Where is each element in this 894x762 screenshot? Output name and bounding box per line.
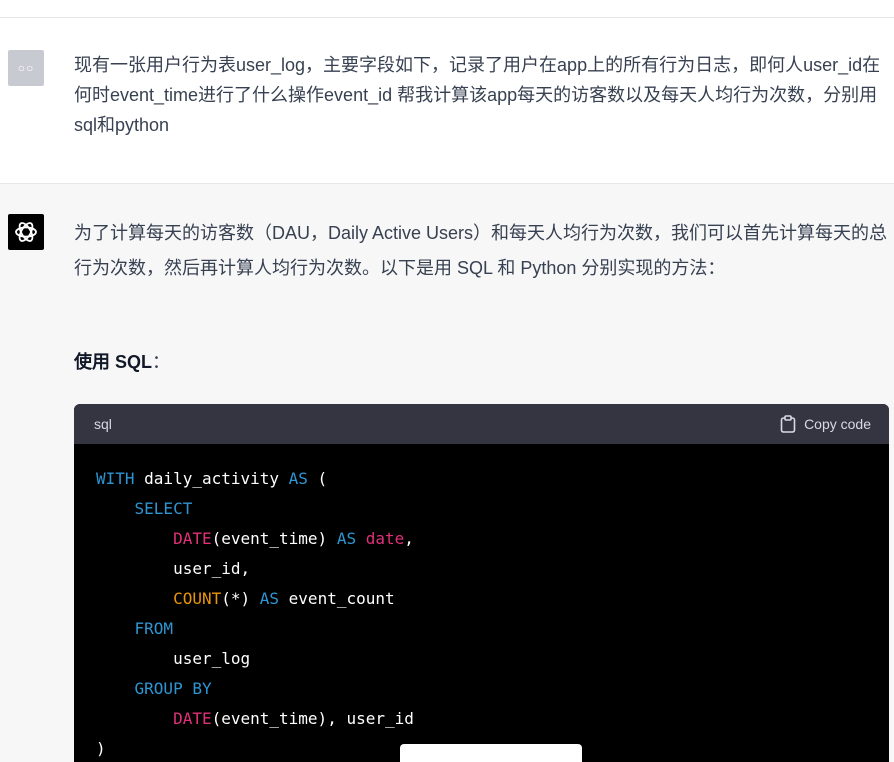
code-token-bi: COUNT: [173, 589, 222, 608]
code-token: ,: [404, 529, 414, 548]
code-token-kw: AS: [288, 469, 308, 488]
code-token: (*): [221, 589, 260, 608]
user-message-text: 现有一张用户行为表user_log，主要字段如下，记录了用户在app上的所有行为…: [74, 55, 881, 135]
code-line: DATE(event_time) AS date,: [96, 524, 867, 554]
assistant-avatar: [8, 214, 44, 250]
code-language-label: sql: [94, 416, 112, 432]
user-avatar-text: ○○: [17, 61, 35, 75]
code-token: (event_time), user_id: [211, 709, 414, 728]
code-token: daily_activity: [134, 469, 289, 488]
code-token-fn: DATE: [173, 529, 212, 548]
copy-code-label: Copy code: [804, 416, 871, 432]
sql-section-heading: 使用 SQL：: [74, 348, 170, 376]
code-token: (event_time): [211, 529, 337, 548]
code-token: user_id,: [96, 559, 251, 578]
code-header: sql Copy code: [74, 404, 889, 444]
copy-code-button[interactable]: Copy code: [780, 415, 871, 433]
code-token-fn: date: [365, 529, 405, 548]
code-line: GROUP BY: [96, 674, 867, 704]
code-token-kw: SELECT: [134, 499, 193, 518]
code-token-kw: FROM: [134, 619, 174, 638]
sql-heading-bold: 使用 SQL: [74, 352, 153, 372]
code-content: WITH daily_activity AS ( SELECT DATE(eve…: [74, 444, 889, 762]
top-strip: [0, 0, 894, 18]
code-line: SELECT: [96, 494, 867, 524]
code-token-kw: WITH: [96, 469, 135, 488]
user-avatar: ○○: [8, 50, 44, 86]
code-token-kw: AS: [336, 529, 357, 548]
code-line: COUNT(*) AS event_count: [96, 584, 867, 614]
assistant-intro-text: 为了计算每天的访客数（DAU，Daily Active Users）和每天人均行…: [74, 223, 888, 278]
code-token: user_log: [96, 649, 251, 668]
openai-logo-icon: [15, 222, 37, 242]
code-line: user_id,: [96, 554, 867, 584]
code-token: (: [307, 469, 328, 488]
code-line: user_log: [96, 644, 867, 674]
code-block: sql Copy code WITH daily_activity AS ( S…: [74, 404, 889, 762]
code-token: ): [96, 739, 106, 758]
code-token-kw: AS: [259, 589, 280, 608]
scroll-overlay: [400, 744, 582, 762]
code-token-fn: DATE: [173, 709, 212, 728]
code-token: event_count: [279, 589, 395, 608]
clipboard-icon: [780, 415, 796, 433]
code-token-kw: GROUP BY: [134, 679, 212, 698]
code-line: DATE(event_time), user_id: [96, 704, 867, 734]
sql-heading-suffix: ：: [152, 352, 171, 372]
code-line: FROM: [96, 614, 867, 644]
code-line: WITH daily_activity AS (: [96, 464, 867, 494]
